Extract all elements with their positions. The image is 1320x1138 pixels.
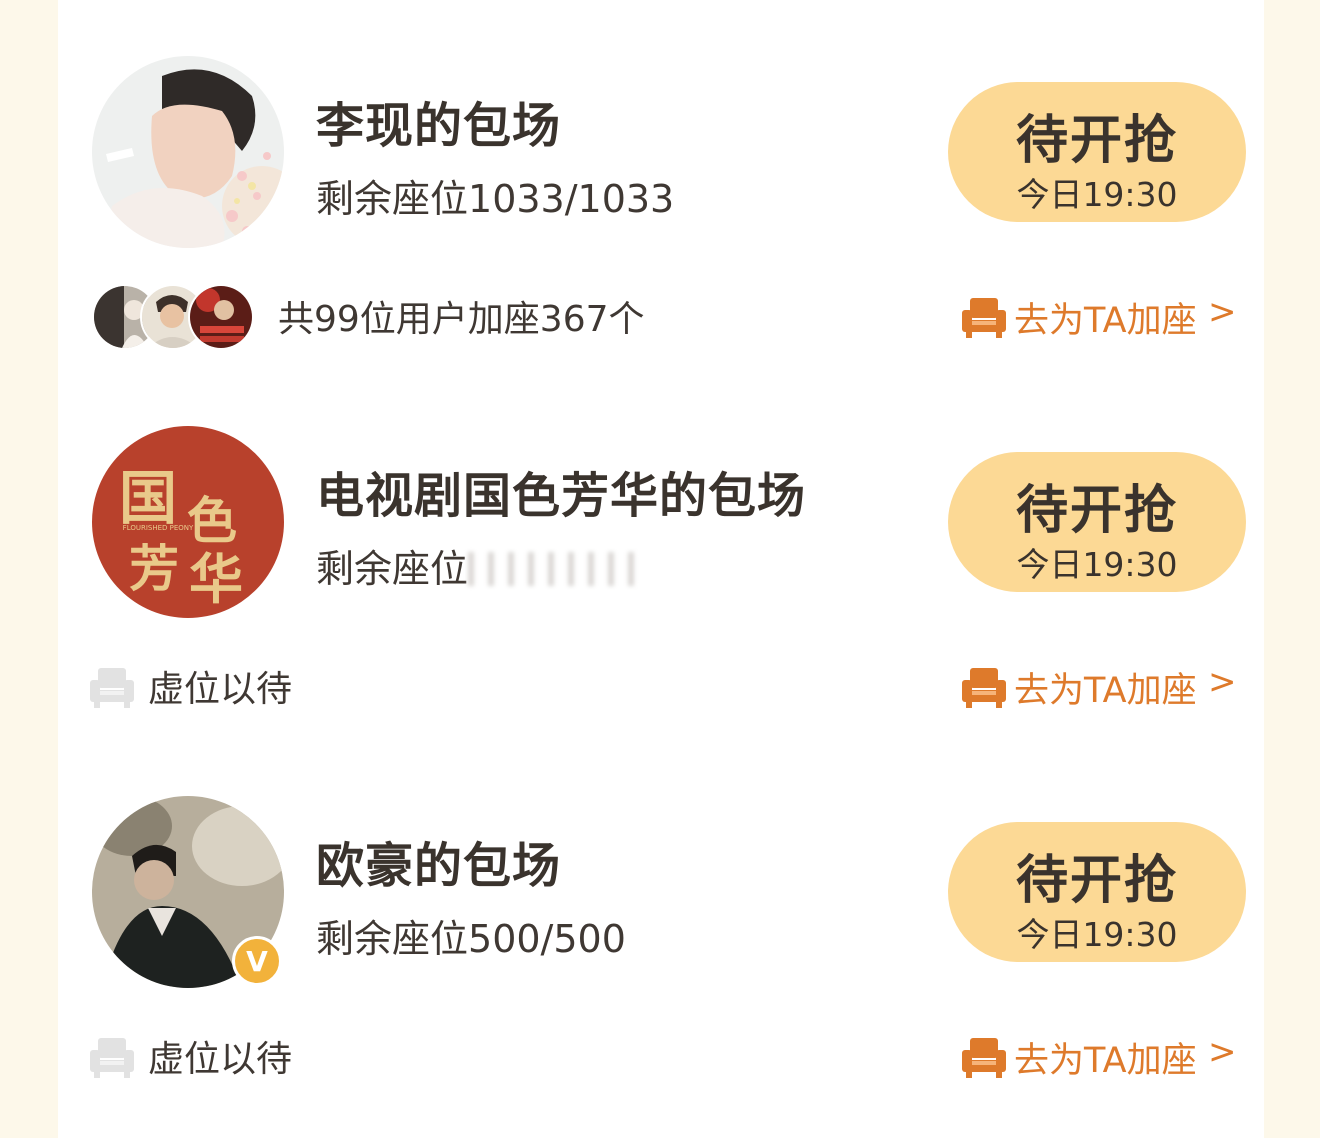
grab-button[interactable]: 待开抢 今日19:30 [948, 822, 1246, 962]
chevron-right-icon: > [1208, 1032, 1237, 1072]
participants-summary: 共99位用户加座367个 [278, 299, 645, 340]
drama-logo-glyph: 华 [189, 547, 243, 611]
drama-logo-glyph: 芳 [129, 539, 179, 598]
sofa-seat-icon [962, 1036, 1006, 1082]
sofa-seat-icon [962, 296, 1006, 342]
grab-button-label: 待开抢 [1015, 111, 1178, 171]
showing-list: 李现的包场 剩余座位1033/1033 待开抢 今日19:30 共99位用户加座… [58, 0, 1264, 1138]
drama-logo-subtitle: FLOURISHED PEONY [123, 524, 194, 532]
empty-sofa-seat-icon [90, 1036, 134, 1082]
empty-seat-row: 虚位以待 [90, 1030, 490, 1080]
add-seat-label: 去为TA加座 [1014, 671, 1197, 711]
empty-sofa-seat-icon [90, 666, 134, 712]
participants-row[interactable]: 共99位用户加座367个 [92, 284, 792, 350]
sofa-seat-icon [962, 666, 1006, 712]
showing-entry[interactable]: V 欧豪的包场 剩余座位500/500 待开抢 今日19:30 虚位以待 去为T… [58, 740, 1264, 1138]
showing-title: 李现的包场 [316, 98, 562, 154]
empty-seat-row: 虚位以待 [90, 660, 490, 710]
remaining-seats-value: 1033/1033 [468, 177, 675, 221]
remaining-seats-label: 剩余座位 [316, 547, 469, 591]
showing-title: 欧豪的包场 [316, 838, 562, 894]
add-seat-link[interactable]: 去为TA加座 > [962, 292, 1262, 342]
host-avatar[interactable]: V [92, 796, 284, 988]
grab-button-label: 待开抢 [1015, 481, 1178, 541]
drama-logo-glyph: 色 [187, 491, 237, 550]
grab-button-label: 待开抢 [1015, 851, 1178, 911]
chevron-right-icon: > [1208, 662, 1237, 702]
remaining-seats: 剩余座位500/500 [316, 908, 626, 963]
add-seat-label: 去为TA加座 [1014, 301, 1197, 341]
remaining-seats: 剩余座位1033/1033 [316, 168, 674, 223]
participant-avatar [188, 284, 254, 350]
add-seat-link[interactable]: 去为TA加座 > [962, 1032, 1262, 1082]
grab-button-time: 今日19:30 [1016, 175, 1178, 214]
showing-title: 电视剧国色芳华的包场 [316, 468, 807, 524]
remaining-seats: 剩余座位 [316, 538, 641, 593]
showing-entry[interactable]: 李现的包场 剩余座位1033/1033 待开抢 今日19:30 共99位用户加座… [58, 0, 1264, 370]
verified-badge-icon: V [232, 936, 282, 986]
host-avatar[interactable] [92, 56, 284, 248]
remaining-seats-value: 500/500 [468, 917, 626, 961]
showing-entry[interactable]: 国 色 芳 华 FLOURISHED PEONY 电视剧国色芳华的包场 剩余座位… [58, 370, 1264, 740]
remaining-seats-value-obscured [468, 552, 641, 586]
add-seat-link[interactable]: 去为TA加座 > [962, 662, 1262, 712]
empty-seat-text: 虚位以待 [148, 669, 293, 710]
empty-seat-text: 虚位以待 [148, 1039, 293, 1080]
add-seat-label: 去为TA加座 [1014, 1041, 1197, 1081]
chevron-right-icon: > [1208, 292, 1237, 332]
grab-button[interactable]: 待开抢 今日19:30 [948, 452, 1246, 592]
drama-logo-glyph: 国 [119, 464, 177, 532]
grab-button-time: 今日19:30 [1016, 915, 1178, 954]
grab-button-time: 今日19:30 [1016, 545, 1178, 584]
host-avatar[interactable]: 国 色 芳 华 FLOURISHED PEONY [92, 426, 284, 618]
grab-button[interactable]: 待开抢 今日19:30 [948, 82, 1246, 222]
remaining-seats-label: 剩余座位 [316, 177, 469, 221]
remaining-seats-label: 剩余座位 [316, 917, 469, 961]
